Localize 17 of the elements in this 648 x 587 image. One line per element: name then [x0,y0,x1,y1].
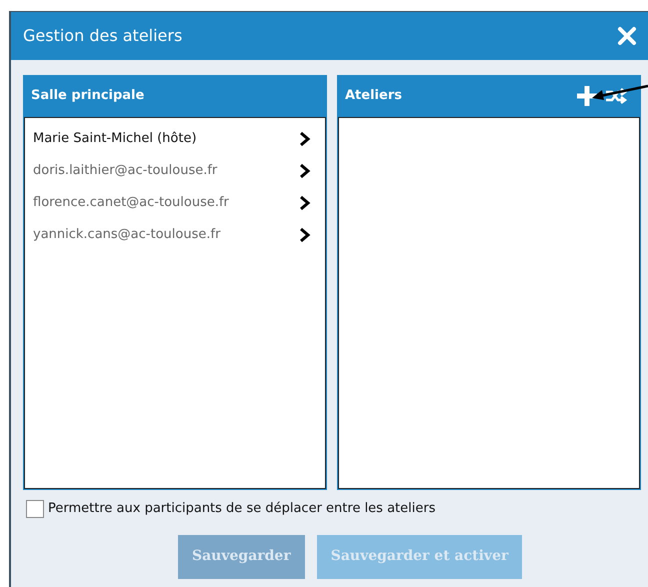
window-title: Gestion des ateliers [23,25,182,47]
chevron-right-icon[interactable] [299,195,311,211]
checkbox[interactable] [26,500,44,518]
panel-title: Salle principale [31,87,144,106]
participant-name[interactable]: doris.laithier@ac-toulouse.fr [33,161,218,181]
annotation-arrow [590,84,648,102]
close-icon[interactable] [617,26,637,46]
panel-title: Ateliers [345,87,402,106]
participant-name[interactable]: yannick.cans@ac-toulouse.fr [33,225,220,245]
add-icon[interactable] [575,84,599,108]
checkbox-label: Permettre aux participants de se déplacer entre les ateliers [48,500,436,518]
chevron-right-icon[interactable] [299,163,311,179]
chevron-right-icon[interactable] [299,131,311,147]
shuffle-icon[interactable] [605,88,627,104]
participant-name[interactable]: Marie Saint-Michel (hôte) [33,129,197,149]
chevron-right-icon[interactable] [299,227,311,243]
participant-name[interactable]: florence.canet@ac-toulouse.fr [33,193,229,213]
